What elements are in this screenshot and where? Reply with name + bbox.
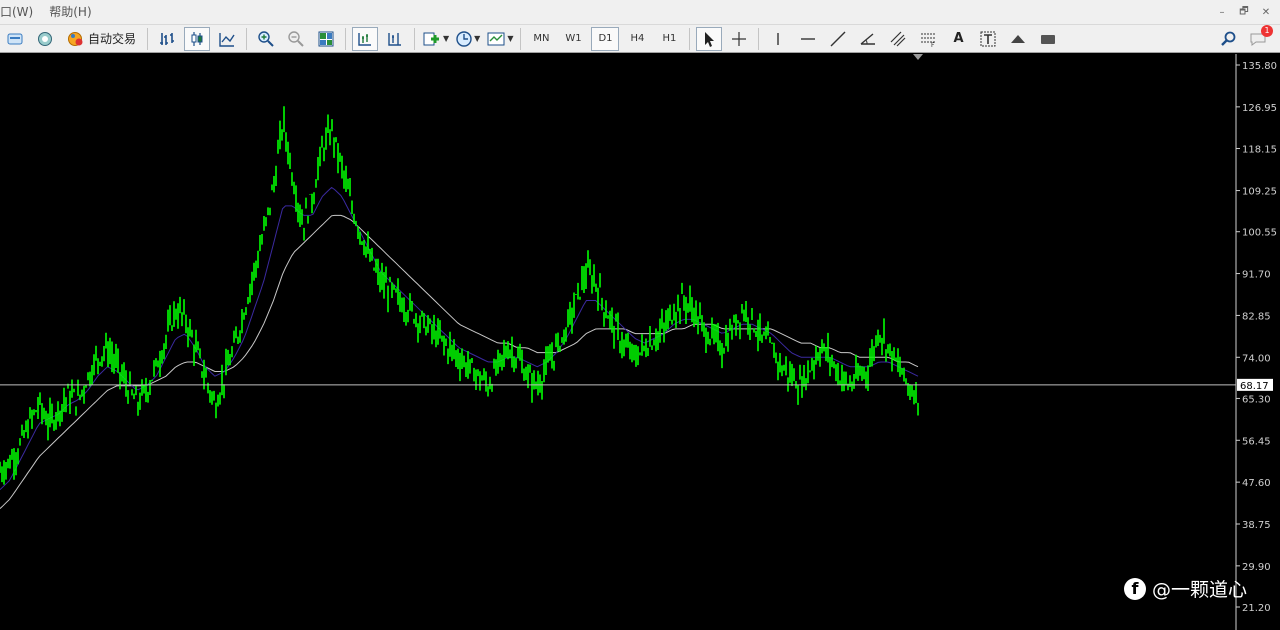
bar-chart-icon[interactable] [154, 27, 180, 51]
angle-trendline-icon[interactable] [855, 27, 881, 51]
price-axis-label: 91.70 [1242, 270, 1271, 281]
candlestick-icon[interactable] [184, 26, 211, 51]
price-axis-label: 126.95 [1242, 103, 1277, 114]
svg-text:F: F [931, 42, 935, 48]
restore-icon[interactable]: 🗗 [1236, 4, 1252, 21]
price-axis-label: 56.45 [1242, 436, 1271, 447]
price-axis-label: 21.20 [1242, 603, 1271, 614]
menu-window[interactable]: 口(W) [0, 0, 41, 24]
watermark: f @一颗道心 [1124, 575, 1247, 602]
market-watch-icon[interactable] [32, 27, 58, 51]
chevron-down-icon: ▼ [474, 34, 481, 43]
toolbar-separator [758, 27, 760, 50]
crosshair-icon[interactable] [726, 27, 752, 51]
toolbar-separator [147, 27, 149, 50]
toolbar-separator [520, 27, 522, 50]
chevron-down-icon: ▼ [507, 34, 514, 43]
periods-button[interactable]: ▼ [454, 27, 481, 51]
price-axis-label: 47.60 [1242, 478, 1271, 489]
timeframe-h1[interactable]: H1 [655, 27, 683, 51]
price-axis-label: 29.90 [1242, 562, 1271, 573]
indicators-icon [423, 32, 440, 45]
chart-shift-icon[interactable] [382, 27, 408, 51]
autotrade-icon [68, 31, 83, 46]
trendline-icon[interactable] [825, 27, 851, 51]
notifications-button[interactable]: 1 [1246, 24, 1273, 51]
tile-windows-icon[interactable] [313, 27, 339, 51]
fibonacci-icon[interactable]: F [915, 27, 941, 51]
profiles-icon[interactable] [2, 27, 28, 51]
price-axis-label: 100.55 [1242, 228, 1277, 239]
text-tool[interactable]: A [945, 27, 971, 51]
price-axis-label: 118.15 [1242, 144, 1277, 155]
facebook-icon: f [1124, 577, 1146, 600]
price-axis-label: 135.80 [1242, 61, 1277, 72]
moving-average-fast [0, 186, 919, 491]
template-icon [487, 32, 505, 45]
timeframe-h4[interactable]: H4 [623, 27, 651, 51]
cursor-icon[interactable] [696, 26, 723, 51]
notification-badge: 1 [1261, 24, 1273, 37]
timeframe-d1[interactable]: D1 [591, 26, 620, 51]
search-icon[interactable] [1216, 27, 1242, 51]
rectangle-icon[interactable] [1035, 27, 1061, 51]
chart-canvas: 135.80 126.95 118.15 109.25 100.55 91.70 82.85… [0, 54, 1277, 630]
price-axis-label: 82.85 [1242, 311, 1271, 322]
autotrade-label: 自动交易 [88, 32, 137, 46]
menu-help[interactable]: 帮助(H) [41, 0, 99, 24]
price-bars [0, 106, 919, 485]
toolbar-separator [345, 27, 347, 50]
price-axis-label: 109.25 [1242, 187, 1277, 198]
zoom-out-icon[interactable] [283, 27, 309, 51]
price-axis-label: 65.30 [1242, 394, 1271, 405]
timeframe-mn[interactable]: MN [527, 27, 555, 51]
auto-scroll-icon[interactable] [352, 26, 379, 51]
clock-icon [456, 30, 472, 47]
horizontal-line-icon[interactable] [795, 27, 821, 51]
watermark-handle: @一颗道心 [1152, 579, 1248, 601]
autotrade-button[interactable]: 自动交易 [62, 27, 141, 51]
equidistant-channel-icon[interactable] [885, 27, 911, 51]
menu-bar: 口(W) 帮助(H) – 🗗 ✕ [0, 0, 1280, 24]
toolbar: 自动交易 ▼ ▼ ▼ MN W1 D1 H4 H1 F A 1 [0, 24, 1280, 53]
chevron-down-icon: ▼ [443, 34, 450, 43]
window-controls: – 🗗 ✕ [1214, 0, 1274, 24]
toolbar-separator [689, 27, 691, 50]
price-chart[interactable]: 135.80 126.95 118.15 109.25 100.55 91.70 82.85… [0, 54, 1280, 630]
chart-shift-marker-icon [913, 54, 923, 60]
line-chart-icon[interactable] [214, 27, 240, 51]
toolbar-separator [414, 27, 416, 50]
close-icon[interactable]: ✕ [1258, 7, 1274, 18]
timeframe-w1[interactable]: W1 [559, 27, 587, 51]
vertical-line-icon[interactable] [765, 27, 791, 51]
minimize-icon[interactable]: – [1214, 7, 1230, 18]
price-axis-label: 38.75 [1242, 520, 1271, 531]
price-axis-label: 74.00 [1242, 353, 1271, 364]
indicators-button[interactable]: ▼ [421, 27, 450, 51]
zoom-in-icon[interactable] [253, 27, 279, 51]
text-label-icon[interactable] [975, 27, 1001, 51]
current-price-label: 68.17 [1240, 381, 1269, 392]
toolbar-separator [246, 27, 248, 50]
templates-button[interactable]: ▼ [485, 27, 514, 51]
arrow-up-icon[interactable] [1005, 27, 1031, 51]
